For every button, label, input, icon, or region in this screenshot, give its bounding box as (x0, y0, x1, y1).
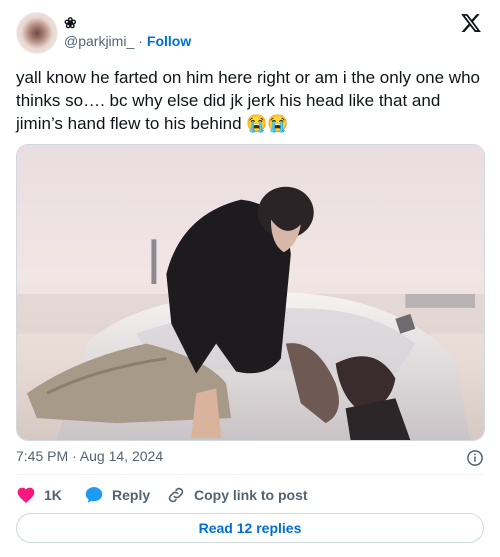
separator: · (138, 33, 143, 49)
avatar[interactable] (16, 12, 58, 54)
reply-button[interactable]: Reply (84, 484, 150, 506)
info-icon[interactable] (466, 449, 484, 467)
action-bar: 1K Reply Copy link to post (16, 484, 484, 506)
handle-line: @parkjimi_ · Follow (64, 33, 191, 49)
x-logo-icon[interactable] (460, 12, 482, 34)
timestamp[interactable]: 7:45 PM · Aug 14, 2024 (16, 448, 163, 464)
reply-label: Reply (112, 487, 151, 503)
user-handle[interactable]: @parkjimi_ (64, 33, 134, 49)
follow-link[interactable]: Follow (147, 33, 191, 49)
heart-icon (17, 487, 35, 503)
tweet-media[interactable] (16, 144, 485, 441)
tweet-text: yall know he farted on him here right or… (16, 68, 480, 133)
copy-link-label: Copy link to post (194, 487, 308, 503)
tweet-meta: 7:45 PM · Aug 14, 2024 (16, 448, 484, 468)
speech-bubble-icon (85, 487, 103, 503)
display-name[interactable]: ❀ (64, 14, 77, 32)
tweet-header: ❀ @parkjimi_ · Follow (16, 12, 484, 56)
like-count: 1K (44, 487, 62, 503)
divider (16, 474, 484, 475)
copy-link-button[interactable]: Copy link to post (166, 484, 308, 506)
link-icon (168, 487, 184, 503)
like-button[interactable]: 1K (16, 484, 62, 506)
media-photo (17, 145, 484, 440)
read-replies-button[interactable]: Read 12 replies (16, 513, 484, 543)
